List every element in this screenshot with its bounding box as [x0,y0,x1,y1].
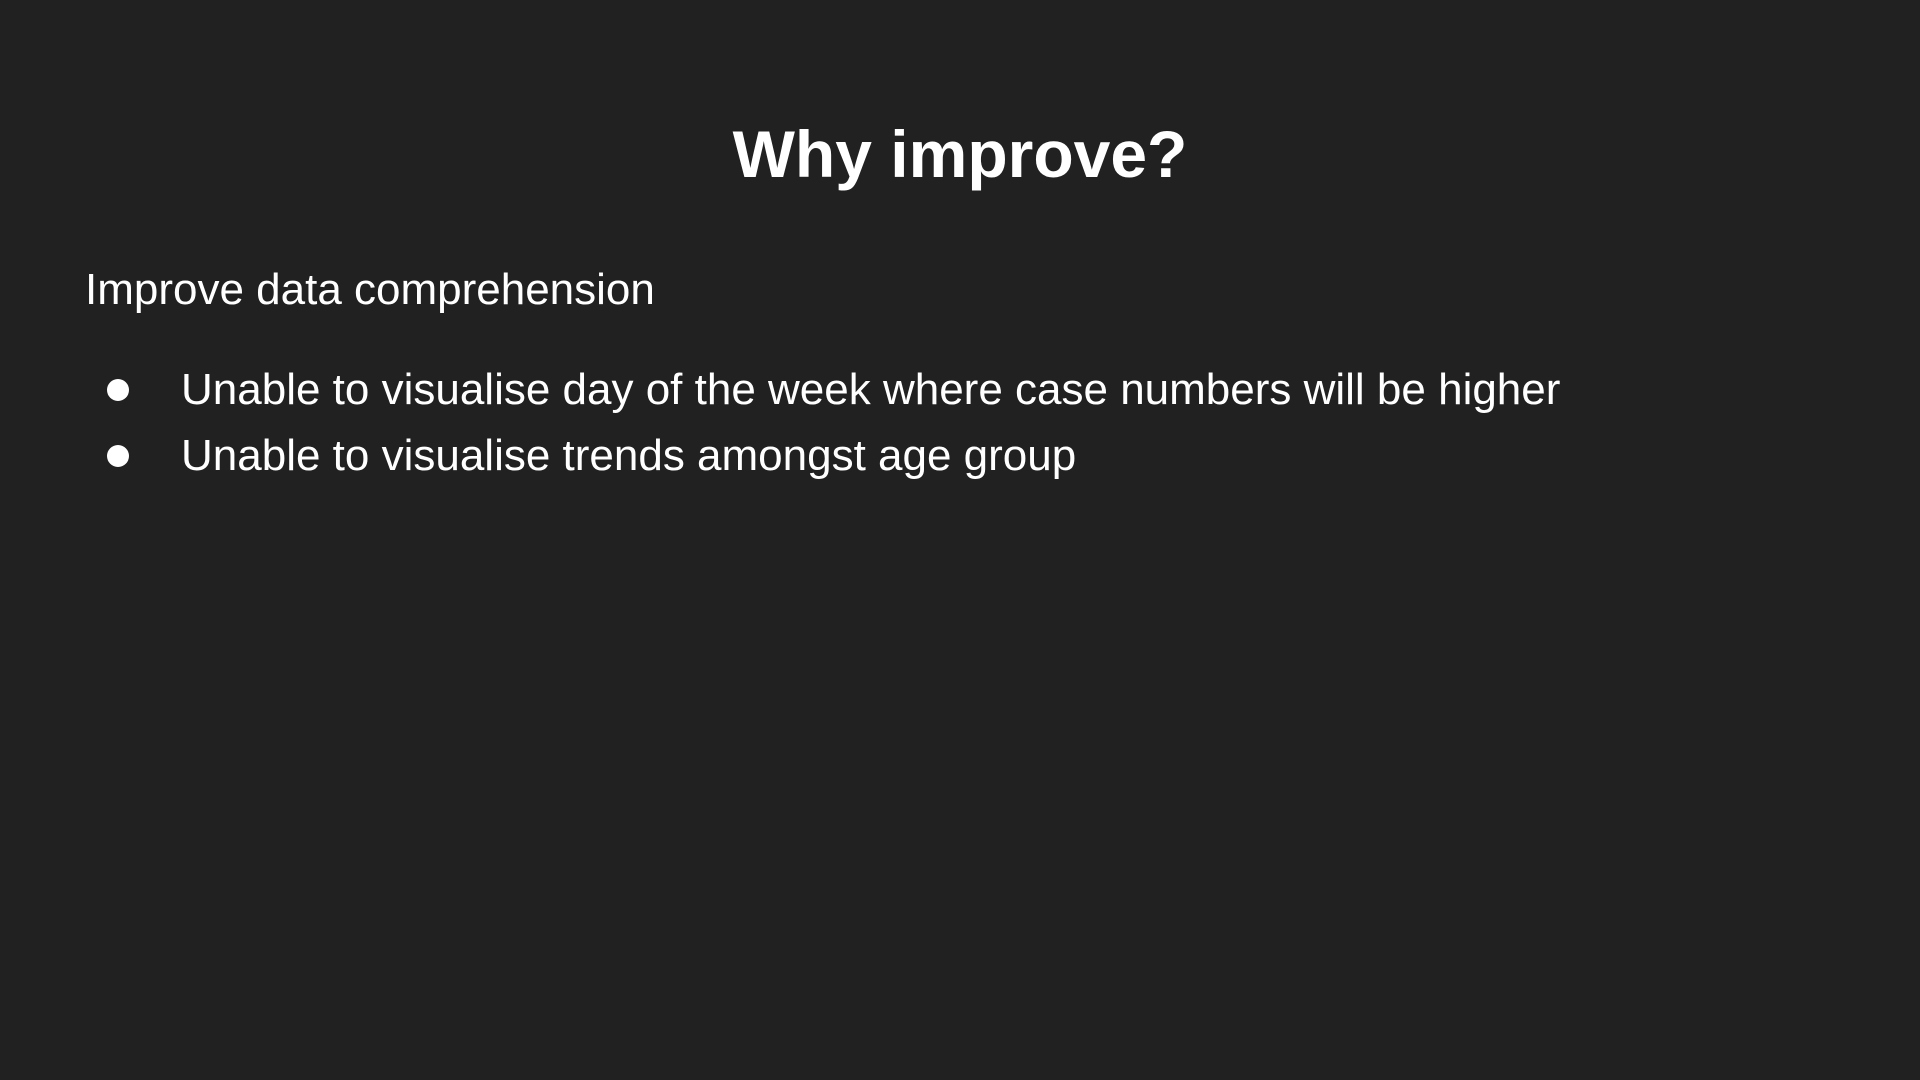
bullet-list: Unable to visualise day of the week wher… [85,357,1560,489]
bullet-item: Unable to visualise day of the week wher… [85,357,1560,423]
bullet-dot-icon [107,379,129,401]
bullet-dot-icon [107,445,129,467]
bullet-text: Unable to visualise day of the week wher… [181,365,1561,414]
body-heading: Improve data comprehension [85,265,655,314]
slide: Why improve? Improve data comprehension … [0,0,1920,1080]
slide-title: Why improve? [732,117,1188,191]
bullet-text: Unable to visualise trends amongst age g… [181,431,1077,480]
bullet-item: Unable to visualise trends amongst age g… [85,423,1560,489]
